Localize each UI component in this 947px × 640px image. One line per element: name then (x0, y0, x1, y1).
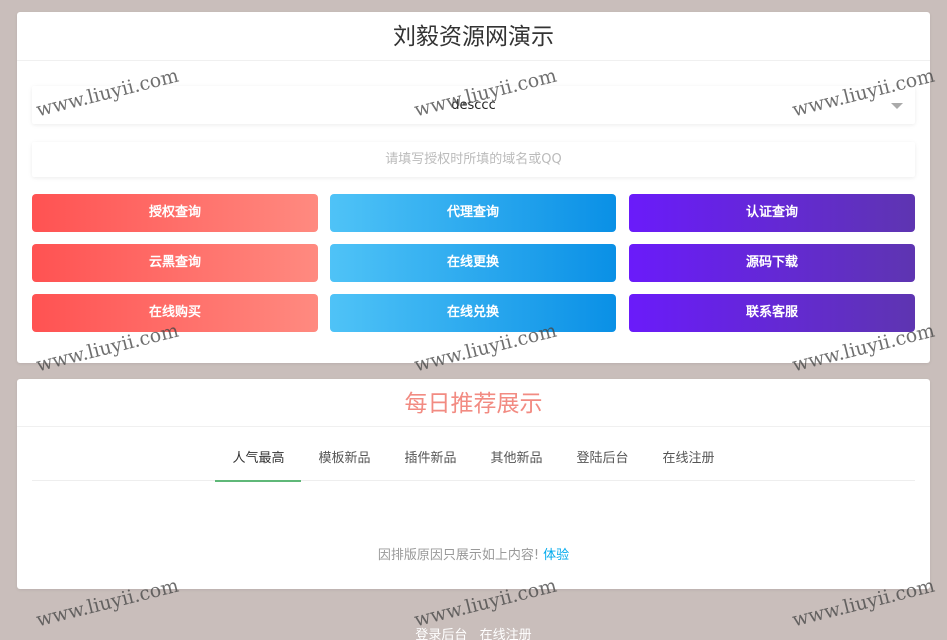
blacklist-query-button[interactable]: 云黑查询 (32, 244, 318, 282)
try-link[interactable]: 体验 (543, 548, 569, 563)
recommend-tabs: 人气最高 模板新品 插件新品 其他新品 登陆后台 在线注册 (32, 437, 915, 482)
tab-register[interactable]: 在线注册 (646, 437, 732, 481)
query-card: 刘毅资源网演示 desccc 授权查询 代理查询 认证查询 云黑查询 在线更换 … (17, 12, 930, 363)
contact-support-button[interactable]: 联系客服 (629, 294, 915, 332)
recommend-title: 每日推荐展示 (17, 379, 930, 427)
tab-template-new[interactable]: 模板新品 (301, 437, 387, 481)
tab-other-new[interactable]: 其他新品 (474, 437, 560, 481)
notice-message: 因排版原因只展示如上内容! (377, 548, 540, 563)
online-redeem-button[interactable]: 在线兑换 (330, 294, 616, 332)
domain-select[interactable]: desccc (32, 86, 915, 124)
chevron-down-icon (891, 103, 903, 109)
tab-plugin-new[interactable]: 插件新品 (387, 437, 473, 481)
footer: 登录后台 在线注册 (0, 624, 947, 640)
notice-text: 因排版原因只展示如上内容! 体验 (17, 544, 930, 563)
online-replace-button[interactable]: 在线更换 (330, 244, 616, 282)
auth-query-button[interactable]: 授权查询 (32, 194, 318, 232)
cert-query-button[interactable]: 认证查询 (629, 194, 915, 232)
tab-popular[interactable]: 人气最高 (215, 437, 302, 482)
tab-login-admin[interactable]: 登陆后台 (560, 437, 646, 481)
footer-register-link[interactable]: 在线注册 (480, 628, 532, 640)
domain-qq-input[interactable] (32, 142, 915, 177)
footer-login-link[interactable]: 登录后台 (415, 628, 467, 640)
page-title: 刘毅资源网演示 (17, 12, 930, 61)
recommend-card: 每日推荐展示 人气最高 模板新品 插件新品 其他新品 登陆后台 在线注册 因排版原因只展示… (17, 379, 930, 589)
source-download-button[interactable]: 源码下载 (629, 244, 915, 282)
agent-query-button[interactable]: 代理查询 (330, 194, 616, 232)
online-buy-button[interactable]: 在线购买 (32, 294, 318, 332)
domain-select-value: desccc (451, 98, 496, 113)
